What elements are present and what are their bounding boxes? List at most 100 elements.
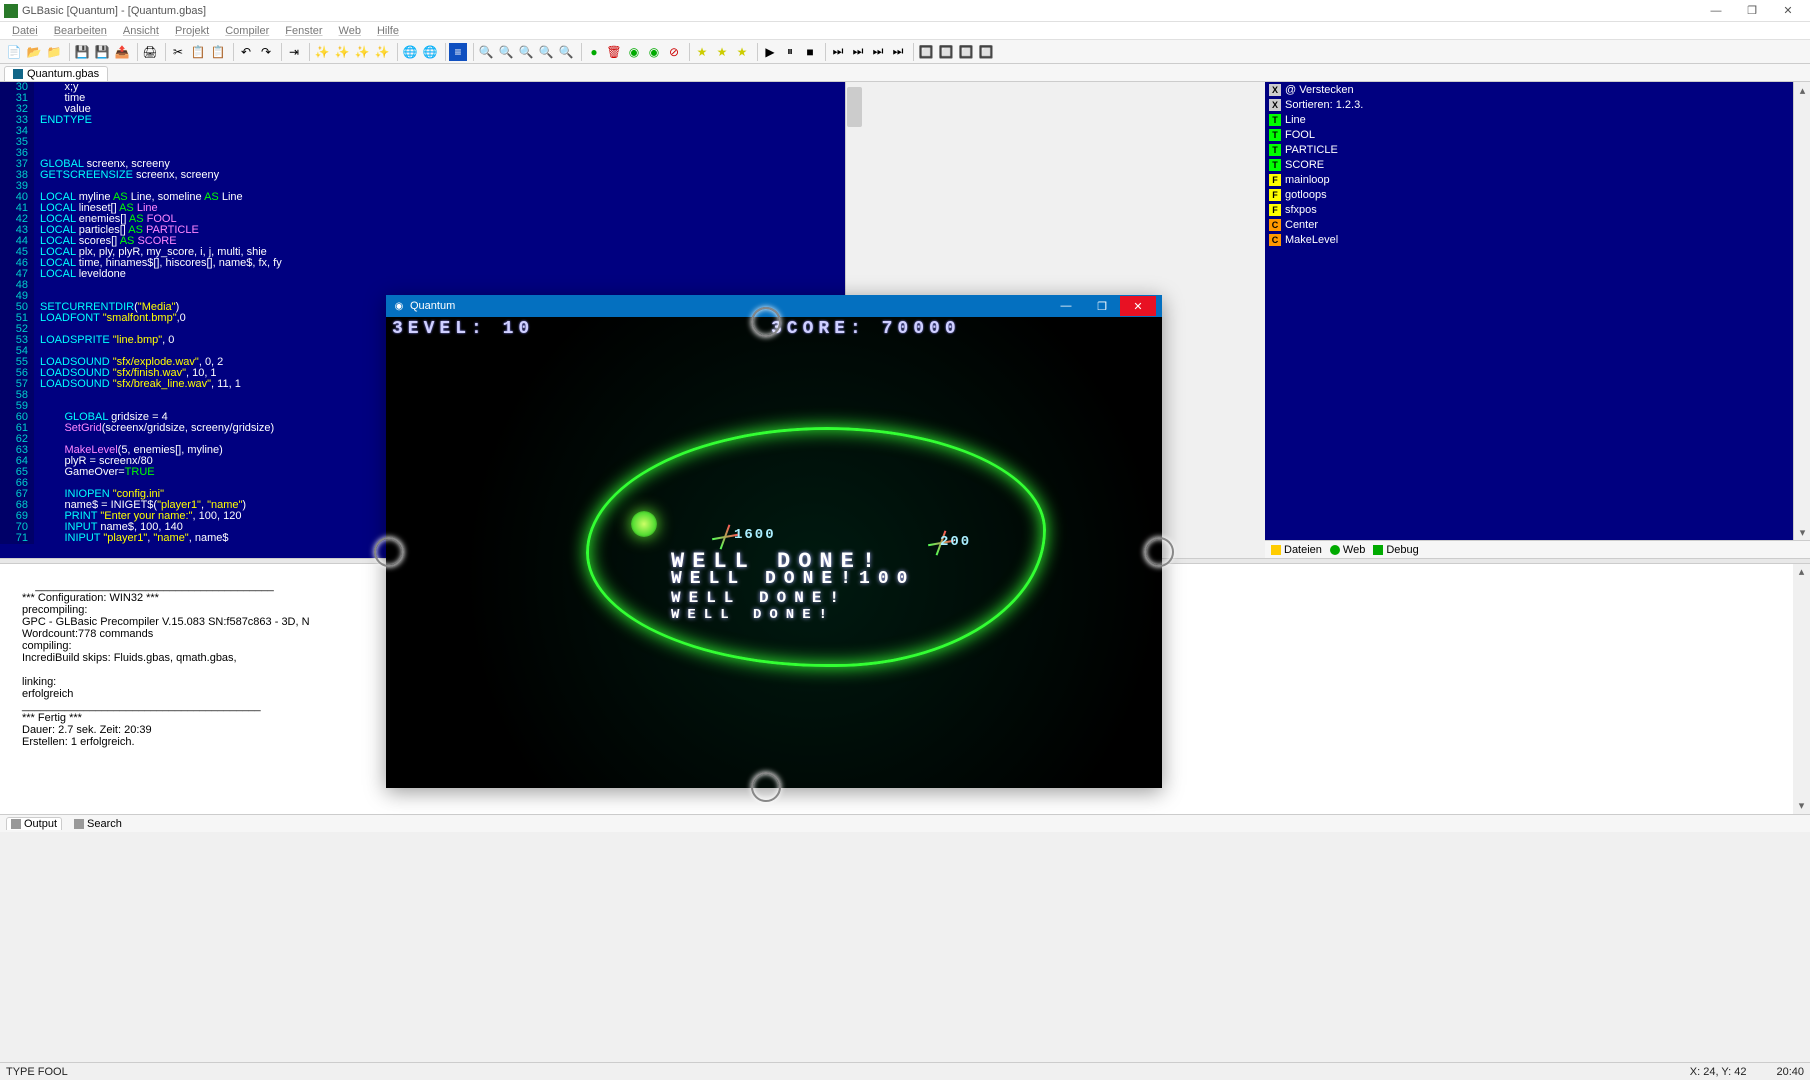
outline-label: gotloops — [1285, 189, 1327, 201]
code-line[interactable]: 31 time — [0, 93, 845, 104]
menu-datei[interactable]: Datei — [6, 25, 44, 37]
code-line[interactable]: 35 — [0, 137, 845, 148]
code-line[interactable]: 38GETSCREENSIZE screenx, screeny — [0, 170, 845, 181]
outline-item[interactable]: TSCORE — [1265, 157, 1793, 172]
code-line[interactable]: 47LOCAL leveldone — [0, 269, 845, 280]
save-icon[interactable]: 💾 — [73, 43, 91, 61]
wand-icon[interactable]: ✨ — [313, 43, 331, 61]
tab-quantum[interactable]: Quantum.gbas — [4, 66, 108, 81]
globe-icon — [1330, 545, 1340, 555]
maximize-button[interactable]: ❐ — [1734, 1, 1770, 21]
tab-search[interactable]: Search — [70, 818, 126, 830]
new-icon[interactable]: 📄 — [5, 43, 23, 61]
outline-item[interactable]: Fsfxpos — [1265, 202, 1793, 217]
run2-icon[interactable]: ◉ — [645, 43, 663, 61]
dbg1-icon[interactable]: 🔲 — [917, 43, 935, 61]
find-icon[interactable]: 🔍 — [477, 43, 495, 61]
outline-label: FOOL — [1285, 129, 1315, 141]
step4-icon[interactable]: ⏭ — [889, 43, 907, 61]
wand3-icon[interactable]: ✨ — [353, 43, 371, 61]
outline-scrollbar[interactable]: ▴ ▾ — [1793, 82, 1810, 540]
compile-icon[interactable]: ● — [585, 43, 603, 61]
scroll-down-icon[interactable]: ▾ — [1794, 524, 1810, 540]
open-icon[interactable]: 📂 — [25, 43, 43, 61]
wand2-icon[interactable]: ✨ — [333, 43, 351, 61]
export-icon[interactable]: 📤 — [113, 43, 131, 61]
redo-icon[interactable]: ↷ — [257, 43, 275, 61]
copy-icon[interactable]: 📋 — [189, 43, 207, 61]
clean-icon[interactable]: 🗑 — [605, 43, 623, 61]
menu-compiler[interactable]: Compiler — [219, 25, 275, 37]
game-window[interactable]: ◉ Quantum — ❐ ✕ 3EVEL: 10 3CORE: 70000 1… — [386, 295, 1162, 788]
outline-item[interactable]: TFOOL — [1265, 127, 1793, 142]
dbg2-icon[interactable]: 🔲 — [937, 43, 955, 61]
menu-ansicht[interactable]: Ansicht — [117, 25, 165, 37]
globe-icon[interactable]: 🌐 — [401, 43, 419, 61]
findnext-icon[interactable]: 🔍 — [497, 43, 515, 61]
outline-label: MakeLevel — [1285, 234, 1338, 246]
code-line[interactable]: 34 — [0, 126, 845, 137]
step1-icon[interactable]: ⏭ — [829, 43, 847, 61]
cut-icon[interactable]: ✂ — [169, 43, 187, 61]
outline-item[interactable]: TLine — [1265, 112, 1793, 127]
tab-debug[interactable]: Debug — [1373, 544, 1418, 556]
menu-bearbeiten[interactable]: Bearbeiten — [48, 25, 113, 37]
paste-icon[interactable]: 📋 — [209, 43, 227, 61]
saveall-icon[interactable]: 💾 — [93, 43, 111, 61]
code-line[interactable]: 30 x;y — [0, 82, 845, 93]
toggle-icon[interactable]: ≡ — [449, 43, 467, 61]
undo-icon[interactable]: ↶ — [237, 43, 255, 61]
outline-item[interactable]: X@ Verstecken — [1265, 82, 1793, 97]
stop2-icon[interactable]: ■ — [801, 43, 819, 61]
findfiles-icon[interactable]: 🔍 — [557, 43, 575, 61]
wand4-icon[interactable]: ✨ — [373, 43, 391, 61]
outline-item[interactable]: CMakeLevel — [1265, 232, 1793, 247]
bookmark-icon[interactable]: ★ — [693, 43, 711, 61]
pause-icon[interactable]: ⏸ — [781, 43, 799, 61]
menu-fenster[interactable]: Fenster — [279, 25, 328, 37]
outline-panel[interactable]: X@ VersteckenXSortieren: 1.2.3.TLineTFOO… — [1265, 82, 1793, 540]
outline-item[interactable]: TPARTICLE — [1265, 142, 1793, 157]
scroll-down-icon[interactable]: ▾ — [1793, 798, 1810, 814]
code-line[interactable]: 32 value — [0, 104, 845, 115]
print-icon[interactable]: 🖨 — [141, 43, 159, 61]
close-button[interactable]: ✕ — [1770, 1, 1806, 21]
bookmark2-icon[interactable]: ★ — [713, 43, 731, 61]
scroll-thumb[interactable] — [847, 87, 862, 127]
code-line[interactable]: 33ENDTYPE — [0, 115, 845, 126]
tab-web[interactable]: Web — [1330, 544, 1365, 556]
code-line[interactable]: 48 — [0, 280, 845, 291]
run1-icon[interactable]: ◉ — [625, 43, 643, 61]
goto-icon[interactable]: 🔍 — [537, 43, 555, 61]
open2-icon[interactable]: 📁 — [45, 43, 63, 61]
code-line[interactable]: 46LOCAL time, hinames$[], hiscores[], na… — [0, 258, 845, 269]
outline-item[interactable]: XSortieren: 1.2.3. — [1265, 97, 1793, 112]
outline-item[interactable]: Fgotloops — [1265, 187, 1793, 202]
output-scrollbar[interactable]: ▴ ▾ — [1793, 564, 1810, 814]
play-icon[interactable]: ▶ — [761, 43, 779, 61]
minimize-button[interactable]: — — [1698, 1, 1734, 21]
indent-icon[interactable]: ⇥ — [285, 43, 303, 61]
game-minimize-button[interactable]: — — [1048, 296, 1084, 316]
dbg4-icon[interactable]: 🔲 — [977, 43, 995, 61]
bookmark3-icon[interactable]: ★ — [733, 43, 751, 61]
rim-bottom — [751, 772, 781, 802]
game-close-button[interactable]: ✕ — [1120, 296, 1156, 316]
game-viewport[interactable]: 3EVEL: 10 3CORE: 70000 1600 200 WELL DON… — [386, 317, 1162, 788]
step2-icon[interactable]: ⏭ — [849, 43, 867, 61]
outline-item[interactable]: CCenter — [1265, 217, 1793, 232]
globe2-icon[interactable]: 🌐 — [421, 43, 439, 61]
stop-icon[interactable]: ⊘ — [665, 43, 683, 61]
tab-dateien[interactable]: Dateien — [1271, 544, 1322, 556]
menu-web[interactable]: Web — [333, 25, 367, 37]
outline-item[interactable]: Fmainloop — [1265, 172, 1793, 187]
scroll-up-icon[interactable]: ▴ — [1793, 564, 1810, 580]
scroll-up-icon[interactable]: ▴ — [1794, 82, 1810, 98]
dbg3-icon[interactable]: 🔲 — [957, 43, 975, 61]
tab-output[interactable]: Output — [6, 817, 62, 830]
step3-icon[interactable]: ⏭ — [869, 43, 887, 61]
game-maximize-button[interactable]: ❐ — [1084, 296, 1120, 316]
menu-hilfe[interactable]: Hilfe — [371, 25, 405, 37]
replace-icon[interactable]: 🔍 — [517, 43, 535, 61]
menu-projekt[interactable]: Projekt — [169, 25, 215, 37]
